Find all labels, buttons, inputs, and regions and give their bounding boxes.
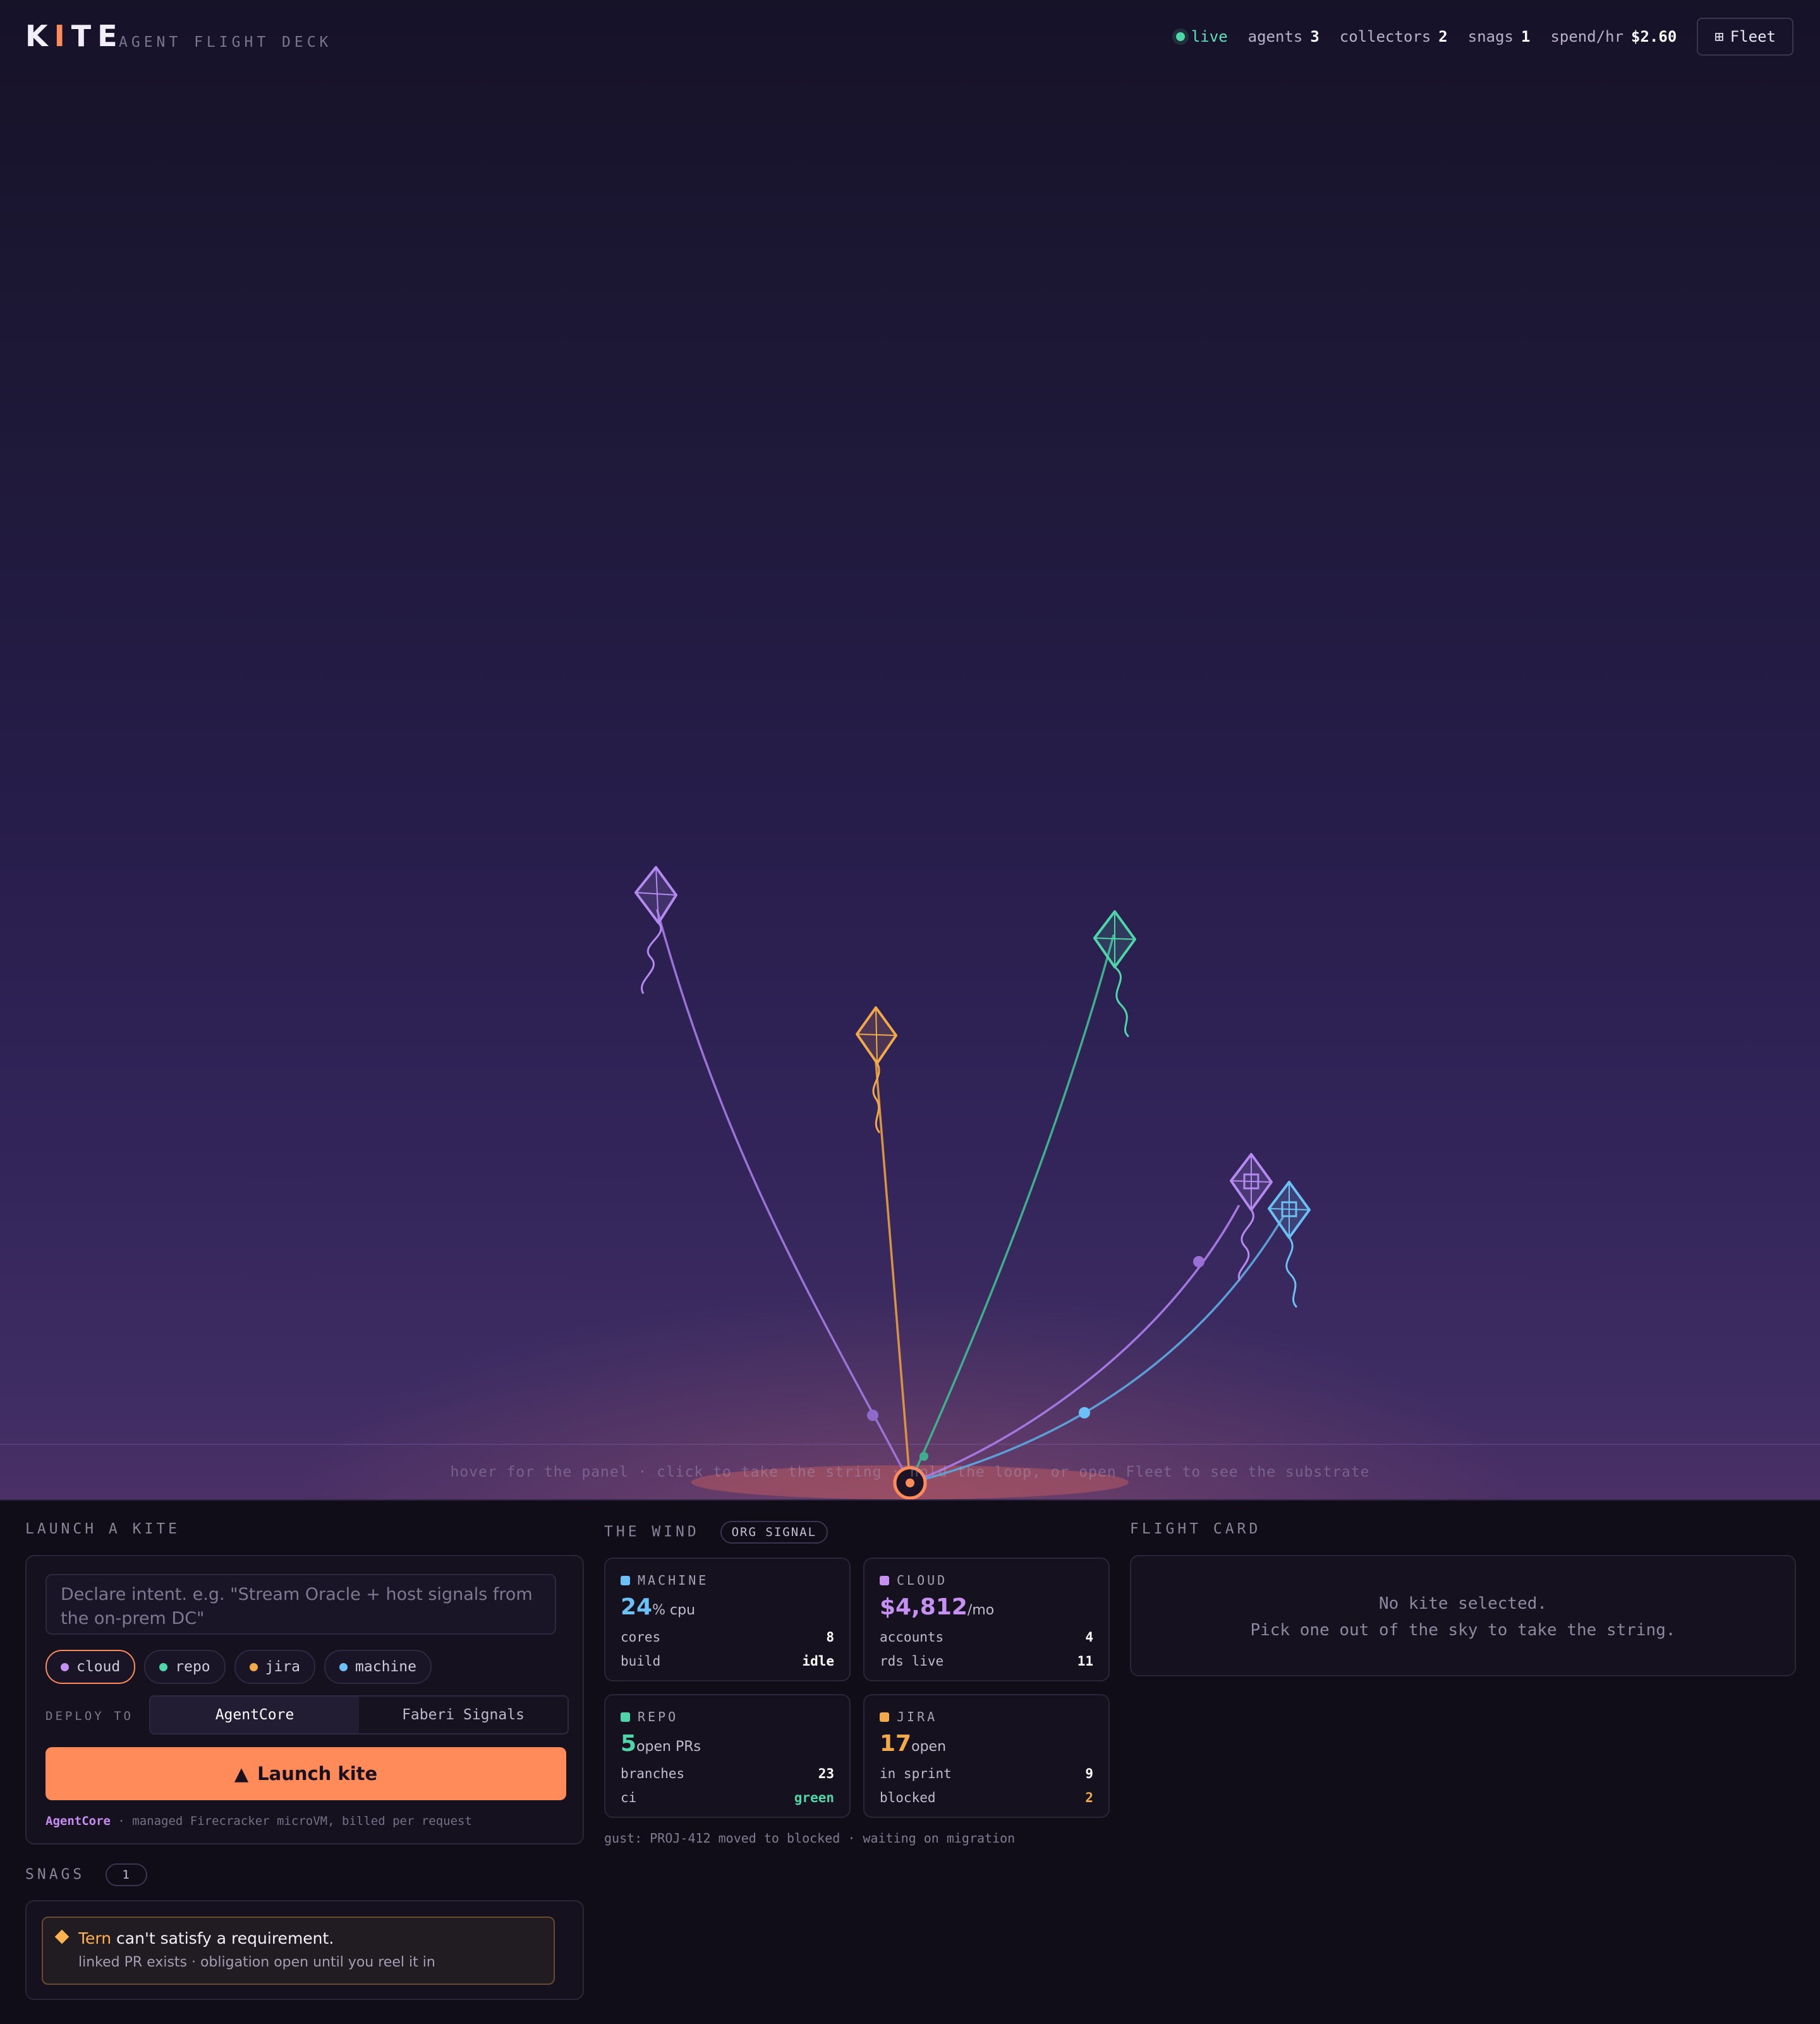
string-jira — [875, 1061, 911, 1484]
bead-cloud — [867, 1410, 878, 1421]
wind-card-machine[interactable]: MACHINE 24% cpu cores 8 build idle — [604, 1558, 851, 1681]
launch-kite-button[interactable]: ▲ Launch kite — [46, 1747, 566, 1800]
control-panels: LAUNCH A KITE Declare intent. e.g. "Stre… — [0, 1499, 1820, 2024]
stat-collectors: collectors 2 — [1339, 28, 1448, 46]
stat-snags: snags 1 — [1467, 28, 1531, 46]
gust-message: gust: PROJ-412 moved to blocked · waitin… — [604, 1831, 1016, 1846]
launch-card: Declare intent. e.g. "Stream Oracle + ho… — [25, 1555, 584, 1844]
flight-card-empty-state: No kite selected. Pick one out of the sk… — [1250, 1594, 1676, 1640]
kite-sky — [634, 866, 1311, 1499]
deploy-target-selector: AgentCore Faberi Signals — [149, 1695, 569, 1734]
repo-square-icon — [621, 1712, 630, 1722]
string-cloud — [656, 909, 911, 1484]
bead-repo — [919, 1452, 928, 1461]
deploy-option-agentcore[interactable]: AgentCore — [150, 1697, 359, 1733]
kite-collector-machine[interactable] — [1268, 1181, 1311, 1308]
string-collector-cloud — [909, 1205, 1240, 1484]
app-subtitle: AGENT FLIGHT DECK — [119, 34, 332, 51]
dot-icon — [159, 1662, 168, 1671]
wind-card-repo[interactable]: REPO 5open PRs branches 23 ci green — [604, 1694, 851, 1818]
triangle-up-icon: ▲ — [234, 1763, 249, 1784]
warning-diamond-icon — [54, 1929, 70, 1944]
deploy-label: DEPLOY TO — [46, 1709, 133, 1723]
status-bar: live agents 3 collectors 2 snags 1 spend/hr… — [1175, 18, 1793, 56]
snags-count-badge: 1 — [106, 1863, 148, 1886]
machine-square-icon — [621, 1575, 630, 1585]
wind-section-label: THE WIND ORG SIGNAL — [604, 1521, 828, 1544]
chip-cloud[interactable]: cloud — [46, 1650, 136, 1684]
string-collector-machine — [909, 1216, 1284, 1484]
live-dot-icon — [1175, 32, 1185, 41]
snags-card: Tern can't satisfy a requirement. linked… — [25, 1900, 584, 2000]
deploy-option-faberi[interactable]: Faberi Signals — [359, 1697, 567, 1733]
logo: KITE — [25, 19, 124, 53]
launch-section-label: LAUNCH A KITE — [25, 1521, 181, 1537]
bead-collector-machine — [1079, 1407, 1090, 1418]
dot-icon — [249, 1662, 258, 1671]
chip-jira[interactable]: jira — [234, 1650, 316, 1684]
deploy-note: AgentCore · managed Firecracker microVM,… — [46, 1814, 472, 1828]
live-indicator: live — [1175, 28, 1228, 46]
dot-icon — [339, 1662, 348, 1671]
chip-repo[interactable]: repo — [144, 1650, 226, 1684]
jira-square-icon — [880, 1712, 889, 1722]
org-signal-badge: ORG SIGNAL — [720, 1521, 828, 1544]
snag-item[interactable]: Tern can't satisfy a requirement. linked… — [42, 1917, 555, 1985]
chip-machine[interactable]: machine — [324, 1650, 432, 1684]
grid-icon: ⊞ — [1714, 28, 1724, 46]
source-chips: cloud repo jira machine — [46, 1650, 432, 1684]
cloud-square-icon — [880, 1575, 889, 1585]
top-bar: KITE AGENT FLIGHT DECK live agents 3 coll… — [0, 0, 1820, 75]
bead-collector-cloud — [1193, 1256, 1204, 1267]
wind-card-jira[interactable]: JIRA 17open in sprint 9 blocked 2 — [863, 1694, 1110, 1818]
kite-collector-cloud[interactable] — [1230, 1153, 1273, 1281]
intent-input[interactable]: Declare intent. e.g. "Stream Oracle + ho… — [46, 1574, 556, 1635]
sky-hint: hover for the panel · click to take the … — [450, 1464, 1370, 1480]
kite-cloud[interactable] — [634, 866, 677, 994]
stat-spend: spend/hr $2.60 — [1550, 28, 1677, 46]
dot-icon — [61, 1662, 69, 1671]
fleet-button[interactable]: ⊞ Fleet — [1697, 18, 1793, 56]
flight-card-section-label: FLIGHT CARD — [1130, 1521, 1261, 1537]
flight-card: No kite selected. Pick one out of the sk… — [1130, 1555, 1796, 1676]
kite-repo[interactable] — [1093, 910, 1136, 1038]
string-repo — [909, 934, 1115, 1484]
snags-section-label: SNAGS 1 — [25, 1863, 148, 1886]
sky-canvas[interactable]: hover for the panel · click to take the … — [0, 0, 1820, 1499]
stat-agents: agents 3 — [1247, 28, 1320, 46]
wind-card-cloud[interactable]: CLOUD $4,812/mo accounts 4 rds live 11 — [863, 1558, 1110, 1681]
